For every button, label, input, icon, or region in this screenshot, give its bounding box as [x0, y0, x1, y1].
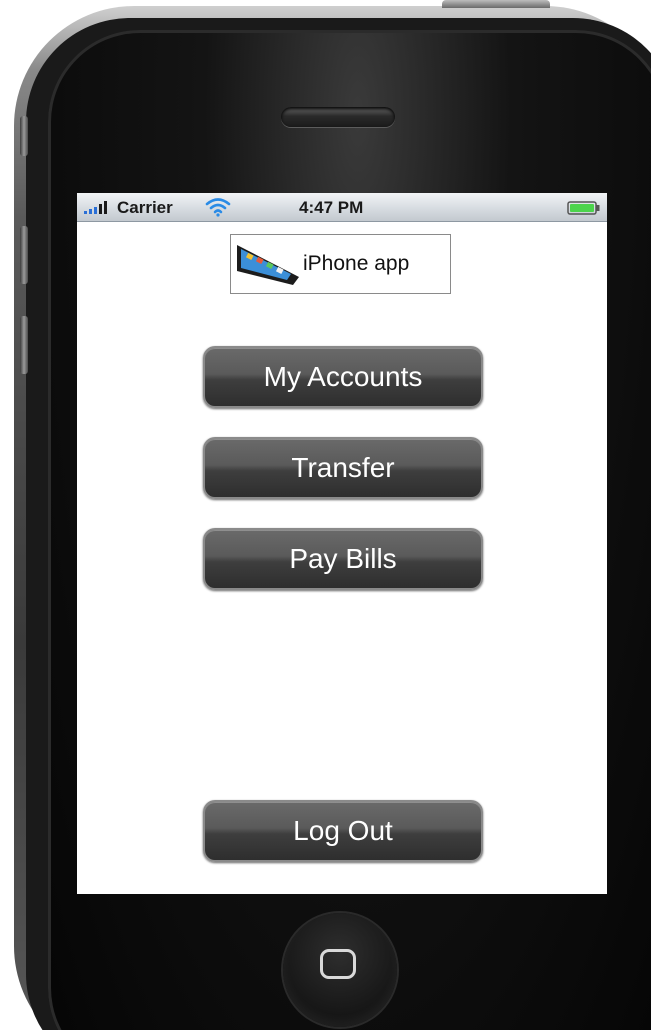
transfer-button[interactable]: Transfer — [203, 437, 483, 499]
volume-down-button[interactable] — [20, 316, 28, 374]
page: Carrier 4:47 PM iPhone app My Accounts T… — [0, 0, 651, 1030]
battery-icon — [567, 201, 600, 215]
wifi-icon — [205, 198, 231, 217]
screen: Carrier 4:47 PM iPhone app My Accounts T… — [77, 193, 607, 894]
status-bar: Carrier 4:47 PM — [77, 193, 607, 222]
pay-bills-button[interactable]: Pay Bills — [203, 528, 483, 590]
speaker-grille — [281, 107, 395, 127]
home-button[interactable] — [283, 913, 397, 1027]
carrier-label: Carrier — [117, 198, 173, 217]
my-accounts-button[interactable]: My Accounts — [203, 346, 483, 408]
app-logo: iPhone app — [230, 234, 451, 294]
logo-text: iPhone app — [303, 252, 410, 275]
volume-up-button[interactable] — [20, 226, 28, 284]
mute-switch[interactable] — [20, 116, 28, 156]
log-out-button[interactable]: Log Out — [203, 800, 483, 862]
signal-bars-icon — [84, 201, 107, 214]
iphone-logo-icon — [237, 245, 299, 285]
home-button-icon — [320, 949, 356, 979]
sleep-wake-button[interactable] — [442, 0, 550, 8]
status-time: 4:47 PM — [299, 198, 364, 217]
